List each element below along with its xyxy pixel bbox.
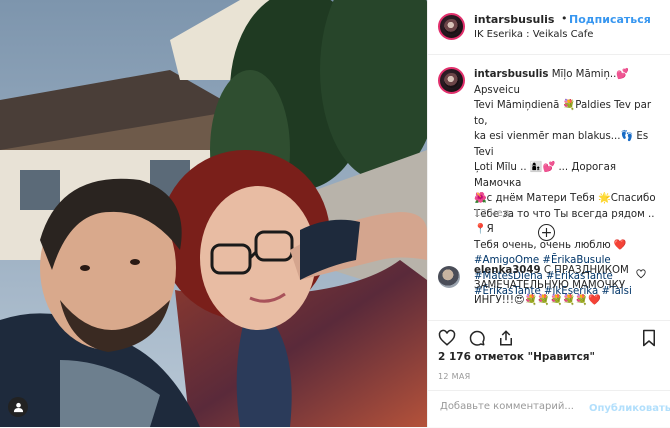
action-bar <box>428 320 670 353</box>
comment-input[interactable] <box>438 400 592 413</box>
tagged-users-icon[interactable] <box>8 397 28 417</box>
caption-username[interactable]: intarsbusulis <box>474 69 549 80</box>
comment-like-icon[interactable] <box>636 269 646 279</box>
comment-text: elenka3049 С ПРАЗДНИКОМ ЗАМЕЧАТЕЛЬНУЮ МА… <box>474 263 639 308</box>
bookmark-icon[interactable] <box>640 329 658 347</box>
likes-count[interactable]: 2 176 отметок "Нравится" <box>438 351 595 363</box>
publish-button[interactable]: Опубликовать <box>589 403 670 414</box>
commenter-username[interactable]: elenka3049 <box>474 265 541 276</box>
comment-icon[interactable] <box>468 329 486 347</box>
post-header: intarsbusulis • Подписаться IK Eserika :… <box>428 0 670 55</box>
caption-avatar[interactable] <box>438 67 465 94</box>
caption-line: ka esi vienmēr man blakus...👣 Es Tevi <box>474 131 649 158</box>
post-location[interactable]: IK Eserika : Veikals Cafe <box>474 29 593 40</box>
caption-line: 🌺с днём Матери Тебя 🌟Спасибо <box>474 193 656 204</box>
separator-dot: • <box>561 12 568 25</box>
author-avatar[interactable] <box>438 13 465 40</box>
post-date[interactable]: 12 МАЯ <box>438 372 470 381</box>
caption-line: Tevi Māmiņdienā 💐Paldies Tev par to, <box>474 100 652 127</box>
commenter-avatar[interactable] <box>438 266 460 288</box>
follow-button[interactable]: Подписаться <box>569 13 651 26</box>
share-icon[interactable] <box>497 329 515 347</box>
load-more-comments-button[interactable]: + <box>538 224 555 241</box>
author-username[interactable]: intarsbusulis <box>474 13 554 26</box>
comment-line: ИНГУ!!!😍💐💐💐💐💐❤️ <box>474 295 601 306</box>
post-sidebar: intarsbusulis • Подписаться IK Eserika :… <box>427 0 670 427</box>
post-photo-image <box>0 0 427 427</box>
add-comment-bar: Опубликовать <box>428 390 670 428</box>
comment-line: С ПРАЗДНИКОМ <box>543 265 629 276</box>
comment-line: ЗАМЕЧАТЕЛЬНУЮ МАМОЧКУ <box>474 280 626 291</box>
caption-line: Ļoti Mīlu .. 👩‍👦💕 ... Дорогая Мамочка <box>474 162 617 189</box>
user-icon <box>13 402 23 412</box>
caption-timestamp[interactable]: 12 нед. <box>474 208 513 219</box>
heart-icon[interactable] <box>438 329 456 347</box>
caption-line: Тебя очень, очень люблю ❤️ <box>474 239 627 251</box>
post-photo[interactable] <box>0 0 427 427</box>
instagram-post-view: intarsbusulis • Подписаться IK Eserika :… <box>0 0 670 427</box>
